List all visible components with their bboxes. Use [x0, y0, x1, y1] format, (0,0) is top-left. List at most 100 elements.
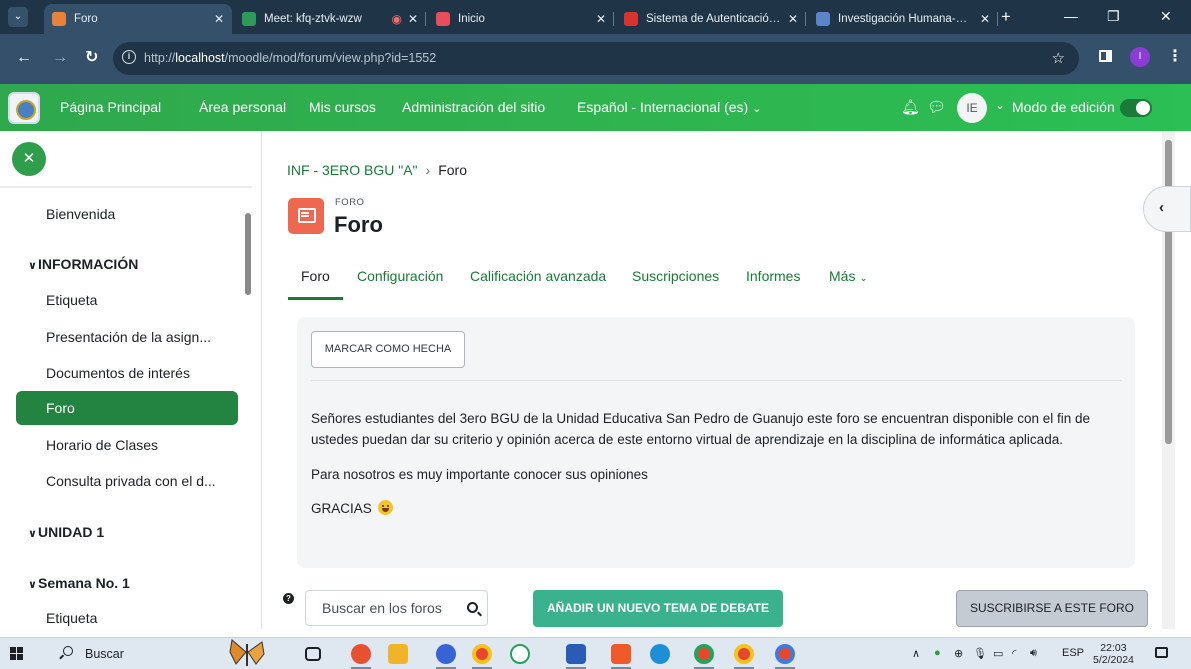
tab-configuracion[interactable]: Configuración — [357, 268, 443, 284]
taskbar-search-label[interactable]: Buscar — [85, 647, 124, 661]
drawer-item-consulta[interactable]: Consulta privada con el d... — [16, 464, 238, 498]
chrome-profile-icon[interactable] — [734, 644, 754, 664]
word-icon[interactable] — [566, 644, 586, 664]
browser-toolbar: ← → ↻ i http://localhost/moodle/mod/foru… — [0, 34, 1191, 84]
nav-link-dashboard[interactable]: Área personal — [199, 99, 286, 115]
task-view-icon[interactable] — [305, 647, 321, 661]
tray-app-icon[interactable]: ● — [934, 647, 941, 659]
course-index-drawer: ✕ Bienvenida ∨INFORMACIÓN Etiqueta Prese… — [0, 131, 262, 629]
address-bar[interactable]: i http://localhost/moodle/mod/forum/view… — [113, 42, 1079, 75]
chrome-icon[interactable] — [472, 644, 492, 664]
tab-search-menu-icon[interactable]: ⌄ — [8, 7, 28, 27]
tab-informes[interactable]: Informes — [746, 268, 800, 284]
tab-close-icon[interactable]: ✕ — [408, 12, 418, 26]
taskbar-clock[interactable]: 22:03 5/2/2024 — [1093, 642, 1134, 666]
file-explorer-icon[interactable] — [388, 644, 408, 664]
volume-icon[interactable]: 🔊︎ — [1030, 647, 1037, 660]
site-info-icon[interactable]: i — [122, 50, 136, 64]
windows-start-icon[interactable] — [10, 647, 23, 660]
help-question-icon[interactable]: ? — [283, 593, 294, 604]
butterfly-widget-icon[interactable] — [228, 638, 266, 668]
tab-close-icon[interactable]: ✕ — [214, 12, 224, 26]
browser-menu-icon[interactable]: ⋮ — [1167, 46, 1183, 66]
breadcrumb: INF - 3ERO BGU "A" › Foro — [287, 162, 467, 178]
drawer-item-presentacion[interactable]: Presentación de la asign... — [16, 320, 238, 354]
tab-close-icon[interactable]: ✕ — [596, 12, 606, 26]
battery-icon[interactable]: ▭ — [993, 647, 1003, 660]
add-discussion-topic-button[interactable]: AÑADIR UN NUEVO TEMA DE DEBATE — [533, 590, 783, 627]
messages-icon[interactable]: 💬︎ — [927, 98, 946, 116]
url-text[interactable]: http://localhost/moodle/mod/forum/view.p… — [144, 51, 436, 65]
restore-icon[interactable]: ❐ — [1107, 8, 1120, 25]
nav-link-site-admin[interactable]: Administración del sitio — [402, 99, 545, 115]
drawer-section-semana-1[interactable]: ∨Semana No. 1 — [16, 566, 130, 600]
xampp-icon[interactable] — [611, 644, 631, 664]
mark-as-done-button[interactable]: MARCAR COMO HECHA — [311, 331, 465, 368]
close-drawer-button[interactable]: ✕ — [12, 142, 46, 176]
forum-search-input[interactable] — [306, 591, 456, 625]
zoom-icon[interactable] — [436, 644, 456, 664]
search-icon[interactable] — [63, 646, 73, 656]
edit-mode-toggle[interactable] — [1120, 99, 1152, 117]
browser-tab-investigacion[interactable]: Investigación Humana-Cultu ✕ — [808, 4, 998, 34]
notification-center-icon[interactable] — [1155, 647, 1168, 658]
search-icon[interactable] — [467, 602, 478, 613]
drawer-scrollbar[interactable] — [245, 213, 251, 295]
notifications-bell-icon[interactable]: 🔔︎ — [901, 98, 920, 116]
forward-arrow-icon[interactable]: → — [52, 50, 68, 66]
firefox-icon[interactable] — [351, 644, 371, 664]
language-menu[interactable]: Español - Internacional (es) ⌄ — [577, 99, 761, 115]
wifi-icon[interactable]: ◜ — [1012, 647, 1016, 660]
active-tab-indicator — [288, 297, 343, 300]
tray-sync-icon[interactable]: ⊕ — [954, 647, 963, 660]
open-block-drawer-button[interactable]: ‹ — [1143, 186, 1191, 232]
tab-mas[interactable]: Más ⌄ — [829, 268, 868, 284]
user-menu-chevron-icon[interactable]: ⌄ — [995, 98, 1005, 112]
tray-overflow-chevron-icon[interactable]: ∧ — [912, 647, 920, 660]
drawer-item-etiqueta[interactable]: Etiqueta — [16, 283, 238, 317]
minimize-icon[interactable]: — — [1064, 8, 1078, 24]
browser-tab-inicio[interactable]: Inicio ✕ — [428, 4, 614, 34]
breadcrumb-course-link[interactable]: INF - 3ERO BGU "A" — [287, 162, 418, 178]
recording-icon: ◉ — [391, 12, 402, 26]
chrome-profile-icon[interactable] — [694, 644, 714, 664]
tab-close-icon[interactable]: ✕ — [980, 12, 990, 26]
drawer-item-bienvenida[interactable]: Bienvenida — [16, 197, 238, 231]
browser-tab-foro[interactable]: Foro ✕ — [44, 4, 232, 34]
nav-link-home[interactable]: Página Principal — [60, 99, 161, 115]
side-panel-icon[interactable] — [1099, 50, 1112, 62]
tab-title: Investigación Humana-Cultu — [838, 13, 974, 25]
microphone-icon[interactable]: 🎙︎ — [973, 647, 987, 660]
user-avatar[interactable]: IE — [957, 93, 987, 123]
drawer-section-informacion[interactable]: ∨INFORMACIÓN — [16, 247, 138, 281]
tab-foro[interactable]: Foro — [301, 268, 330, 284]
whatsapp-icon[interactable] — [510, 644, 530, 664]
drawer-section-unidad-1[interactable]: ∨UNIDAD 1 — [16, 515, 104, 549]
tab-calificacion-avanzada[interactable]: Calificación avanzada — [470, 268, 606, 284]
browser-tab-meet[interactable]: Meet: kfq-ztvk-wzw ◉ ✕ — [234, 4, 426, 34]
chrome-profile-icon[interactable] — [775, 644, 795, 664]
chevron-down-icon[interactable]: ∨ — [16, 249, 38, 283]
tab-close-icon[interactable]: ✕ — [788, 12, 798, 26]
tab-separator — [425, 12, 426, 26]
tab-suscripciones[interactable]: Suscripciones — [632, 268, 719, 284]
reload-icon[interactable]: ↻ — [85, 50, 98, 66]
edge-icon[interactable] — [650, 644, 670, 664]
new-tab-plus-icon[interactable]: + — [1001, 8, 1011, 25]
window-close-icon[interactable]: ✕ — [1160, 8, 1172, 25]
browser-tab-sistema[interactable]: Sistema de Autenticación Ce ✕ — [616, 4, 806, 34]
profile-avatar[interactable]: I — [1130, 47, 1150, 67]
drawer-item-horario[interactable]: Horario de Clases — [16, 428, 238, 462]
drawer-item-foro[interactable]: Foro — [16, 391, 238, 425]
nav-link-my-courses[interactable]: Mis cursos — [309, 99, 376, 115]
drawer-item-etiqueta-2[interactable]: Etiqueta — [16, 601, 238, 629]
chevron-down-icon[interactable]: ∨ — [16, 517, 38, 551]
back-arrow-icon[interactable]: ← — [16, 50, 32, 66]
drawer-item-documentos[interactable]: Documentos de interés — [16, 356, 238, 390]
input-language[interactable]: ESP — [1062, 647, 1084, 659]
tab-title: Meet: kfq-ztvk-wzw — [264, 13, 362, 25]
site-logo[interactable] — [8, 92, 40, 124]
bookmark-star-icon[interactable]: ☆ — [1052, 49, 1065, 67]
subscribe-forum-button[interactable]: SUSCRIBIRSE A ESTE FORO — [956, 590, 1148, 627]
chevron-down-icon[interactable]: ∨ — [16, 568, 38, 602]
